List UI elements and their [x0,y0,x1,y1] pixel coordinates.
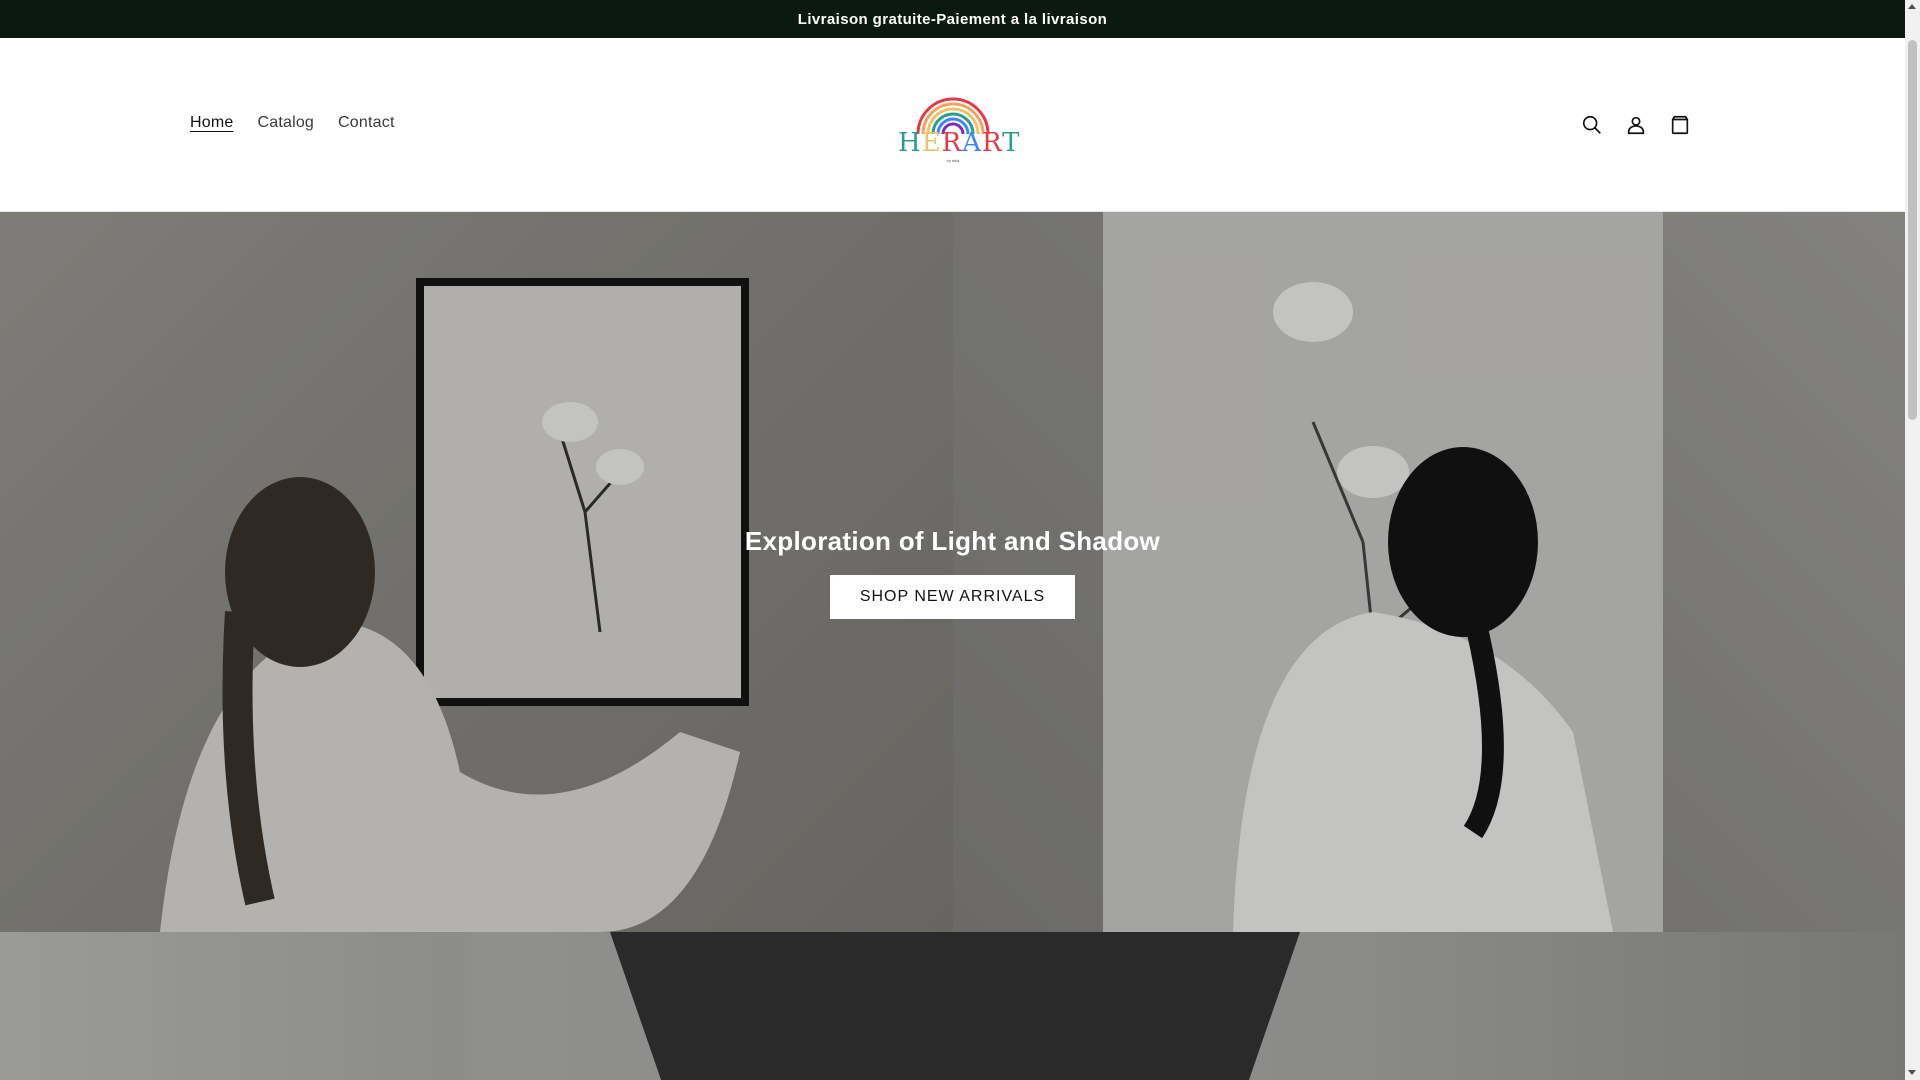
nav-catalog[interactable]: Catalog [257,114,314,132]
vase-image [610,932,1300,1080]
featured-image-section [0,932,1905,1080]
site-logo[interactable]: HERART by mila [898,86,1021,166]
site-header: Home Catalog Contact HERART by mila [0,38,1905,212]
announcement-bar: Livraison gratuite-Paiement a la livrais… [0,0,1905,38]
nav-contact[interactable]: Contact [338,114,395,132]
scroll-thumb[interactable] [1908,40,1917,420]
logo-wordmark: HERART [898,128,1021,158]
scroll-up-icon[interactable] [1908,4,1916,9]
main-nav: Home Catalog Contact [190,36,395,209]
page-scrollbar[interactable] [1905,0,1920,1080]
shop-new-arrivals-button[interactable]: SHOP NEW ARRIVALS [829,574,1076,619]
logo-subtext: by mila [946,158,960,163]
nav-home[interactable]: Home [190,114,233,132]
hero-content: Exploration of Light and Shadow SHOP NEW… [0,212,1905,932]
scroll-down-icon[interactable] [1908,1070,1916,1075]
search-icon[interactable] [1577,110,1607,140]
announcement-text: Livraison gratuite-Paiement a la livrais… [797,10,1108,28]
hero-title: Exploration of Light and Shadow [744,525,1161,556]
hero-banner: Exploration of Light and Shadow SHOP NEW… [0,212,1905,932]
account-icon[interactable] [1621,110,1651,140]
cart-icon[interactable] [1665,110,1695,140]
header-icons [1577,38,1695,211]
